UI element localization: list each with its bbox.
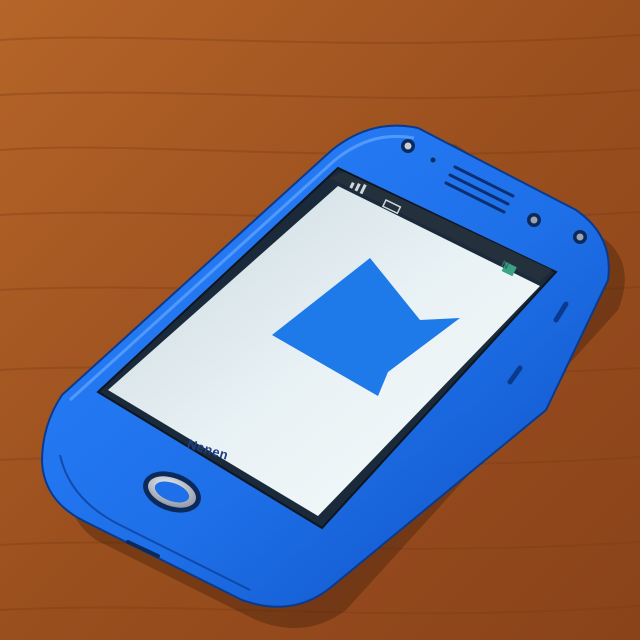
sensor-icon — [527, 213, 541, 227]
front-camera-icon — [401, 139, 415, 153]
sensor-icon — [573, 230, 587, 244]
photo-scene — [0, 0, 640, 640]
notification-led-icon — [430, 157, 436, 163]
